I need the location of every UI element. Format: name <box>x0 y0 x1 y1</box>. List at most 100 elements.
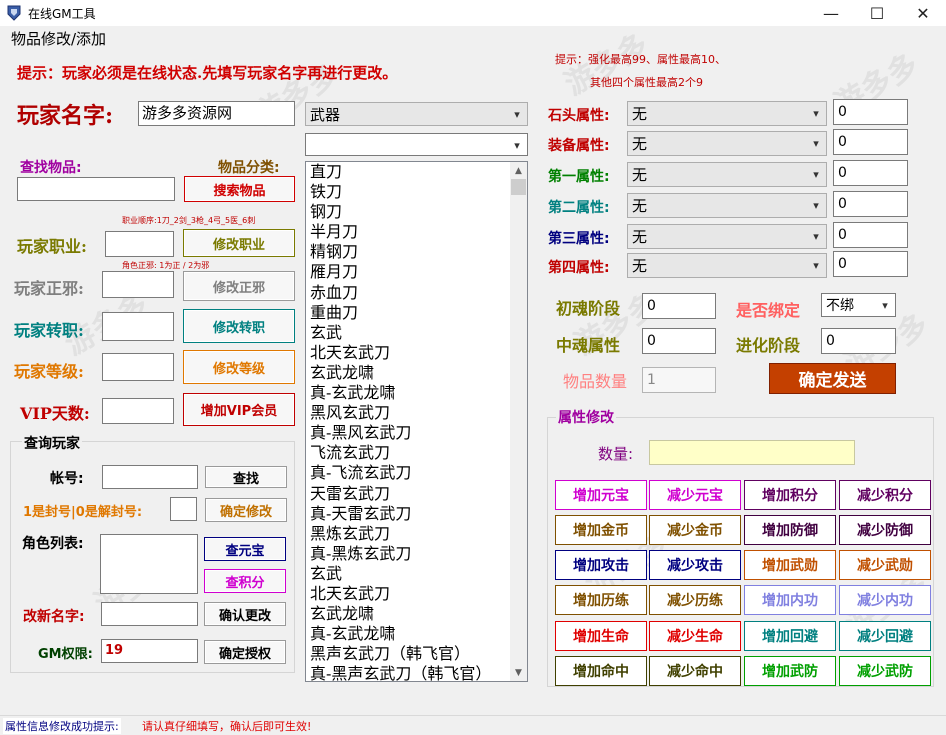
modify-alignment-button[interactable]: 修改正邪 <box>183 271 295 301</box>
attribute-select[interactable]: 无 ▾ <box>627 253 827 278</box>
gm-permission-input[interactable]: 19 <box>101 639 198 663</box>
attribute-modify-button[interactable]: 增加武防 <box>744 656 836 686</box>
attribute-modify-button[interactable]: 增加金币 <box>555 515 647 545</box>
attribute-modify-button[interactable]: 增加元宝 <box>555 480 647 510</box>
attribute-modify-button[interactable]: 增加回避 <box>744 621 836 651</box>
list-item[interactable]: 真-玄武龙啸 <box>310 383 510 403</box>
list-item[interactable]: 黑炼玄武刀 <box>310 524 510 544</box>
list-item[interactable]: 玄武龙啸 <box>310 604 510 624</box>
attribute-modify-button[interactable]: 增加武勋 <box>744 550 836 580</box>
bind-select[interactable]: 不绑 ▾ <box>821 293 896 317</box>
category-select[interactable]: 武器 ▾ <box>305 102 528 126</box>
confirm-gm-button[interactable]: 确定授权 <box>204 640 286 664</box>
list-item[interactable]: 真-天雷玄武刀 <box>310 504 510 524</box>
modify-level-button[interactable]: 修改等级 <box>183 350 295 384</box>
roles-list[interactable] <box>100 534 198 594</box>
confirm-ban-button[interactable]: 确定修改 <box>205 498 287 522</box>
attribute-modify-button[interactable]: 增加生命 <box>555 621 647 651</box>
attribute-modify-button[interactable]: 增加攻击 <box>555 550 647 580</box>
player-job-input[interactable] <box>105 231 174 257</box>
player-name-input[interactable]: 游多多资源网 <box>138 101 295 126</box>
ban-input[interactable] <box>170 497 197 521</box>
player-alignment-input[interactable] <box>102 271 174 298</box>
list-item[interactable]: 北天玄武刀 <box>310 343 510 363</box>
list-item[interactable]: 真-黑炼玄武刀 <box>310 544 510 564</box>
attribute-value-input[interactable]: 0 <box>833 99 908 125</box>
attribute-value-input[interactable]: 0 <box>833 191 908 217</box>
subcategory-select[interactable]: ▾ <box>305 133 528 156</box>
scroll-up-icon[interactable]: ▲ <box>510 162 527 179</box>
search-item-button[interactable]: 搜索物品 <box>184 176 295 202</box>
list-item[interactable]: 精钢刀 <box>310 242 510 262</box>
modify-job-button[interactable]: 修改职业 <box>183 229 295 257</box>
attribute-modify-button[interactable]: 增加命中 <box>555 656 647 686</box>
query-yuanbao-button[interactable]: 查元宝 <box>204 537 286 561</box>
attribute-modify-button[interactable]: 增加历练 <box>555 585 647 615</box>
attribute-modify-button[interactable]: 减少积分 <box>839 480 931 510</box>
attribute-modify-button[interactable]: 减少防御 <box>839 515 931 545</box>
list-item[interactable]: 雁月刀 <box>310 262 510 282</box>
attribute-value-input[interactable]: 0 <box>833 251 908 277</box>
list-item[interactable]: 赤血刀 <box>310 283 510 303</box>
item-list-scrollbar[interactable]: ▲ ▼ <box>510 162 527 681</box>
player-rebirth-input[interactable] <box>102 312 174 341</box>
query-points-button[interactable]: 查积分 <box>204 569 286 593</box>
attribute-modify-button[interactable]: 减少历练 <box>649 585 741 615</box>
add-vip-button[interactable]: 增加VIP会员 <box>183 393 295 426</box>
attribute-select[interactable]: 无 ▾ <box>627 224 827 249</box>
player-level-input[interactable] <box>102 353 174 381</box>
attribute-modify-button[interactable]: 减少金币 <box>649 515 741 545</box>
item-list[interactable]: 直刀 铁刀 钢刀 半月刀 精钢刀 雁月刀 赤血刀 重曲刀 玄武 北天玄武刀 玄武龙啸 真-玄武龙啸 黑风… <box>305 161 528 682</box>
account-input[interactable] <box>102 465 198 489</box>
attribute-modify-button[interactable]: 增加防御 <box>744 515 836 545</box>
item-quantity-input[interactable]: 1 <box>642 367 716 393</box>
attribute-modify-button[interactable]: 减少命中 <box>649 656 741 686</box>
attribute-modify-button[interactable]: 减少武防 <box>839 656 931 686</box>
list-item[interactable]: 真-黑声玄武刀（韩飞官） <box>310 664 510 681</box>
list-item[interactable]: 黑声玄武刀（韩飞官） <box>310 644 510 664</box>
list-item[interactable]: 玄武 <box>310 323 510 343</box>
list-item[interactable]: 真-黑风玄武刀 <box>310 423 510 443</box>
attribute-modify-button[interactable]: 增加内功 <box>744 585 836 615</box>
evolve-input[interactable]: 0 <box>821 328 896 354</box>
confirm-send-button[interactable]: 确定发送 <box>769 363 896 394</box>
list-item[interactable]: 铁刀 <box>310 182 510 202</box>
modify-quantity-input[interactable] <box>649 440 855 465</box>
list-item[interactable]: 天雷玄武刀 <box>310 484 510 504</box>
mid-soul-input[interactable]: 0 <box>642 328 716 354</box>
attribute-value-input[interactable]: 0 <box>833 160 908 186</box>
list-item[interactable]: 真-飞流玄武刀 <box>310 463 510 483</box>
list-item[interactable]: 玄武 <box>310 564 510 584</box>
attribute-select[interactable]: 无 ▾ <box>627 131 827 156</box>
attribute-modify-button[interactable]: 减少武勋 <box>839 550 931 580</box>
attribute-modify-button[interactable]: 增加积分 <box>744 480 836 510</box>
list-item[interactable]: 飞流玄武刀 <box>310 443 510 463</box>
attribute-value-input[interactable]: 0 <box>833 222 908 248</box>
scroll-thumb[interactable] <box>511 179 526 195</box>
rename-input[interactable] <box>101 602 198 626</box>
scroll-down-icon[interactable]: ▼ <box>510 664 527 681</box>
minimize-button[interactable]: — <box>808 0 854 26</box>
attribute-modify-button[interactable]: 减少生命 <box>649 621 741 651</box>
vip-days-input[interactable] <box>102 398 174 424</box>
list-item[interactable]: 钢刀 <box>310 202 510 222</box>
list-item[interactable]: 黑风玄武刀 <box>310 403 510 423</box>
find-account-button[interactable]: 查找 <box>205 466 287 488</box>
modify-rebirth-button[interactable]: 修改转职 <box>183 309 295 343</box>
attribute-modify-button[interactable]: 减少攻击 <box>649 550 741 580</box>
find-item-input[interactable] <box>17 177 175 201</box>
list-item[interactable]: 直刀 <box>310 162 510 182</box>
attribute-select[interactable]: 无 ▾ <box>627 162 827 187</box>
maximize-button[interactable]: ☐ <box>854 0 900 26</box>
confirm-rename-button[interactable]: 确认更改 <box>204 602 286 626</box>
attribute-modify-button[interactable]: 减少内功 <box>839 585 931 615</box>
attribute-modify-button[interactable]: 减少元宝 <box>649 480 741 510</box>
list-item[interactable]: 半月刀 <box>310 222 510 242</box>
list-item[interactable]: 真-玄武龙啸 <box>310 624 510 644</box>
list-item[interactable]: 北天玄武刀 <box>310 584 510 604</box>
list-item[interactable]: 重曲刀 <box>310 303 510 323</box>
attribute-select[interactable]: 无 ▾ <box>627 101 827 126</box>
attribute-modify-button[interactable]: 减少回避 <box>839 621 931 651</box>
attribute-value-input[interactable]: 0 <box>833 129 908 155</box>
initial-soul-input[interactable]: 0 <box>642 293 716 319</box>
